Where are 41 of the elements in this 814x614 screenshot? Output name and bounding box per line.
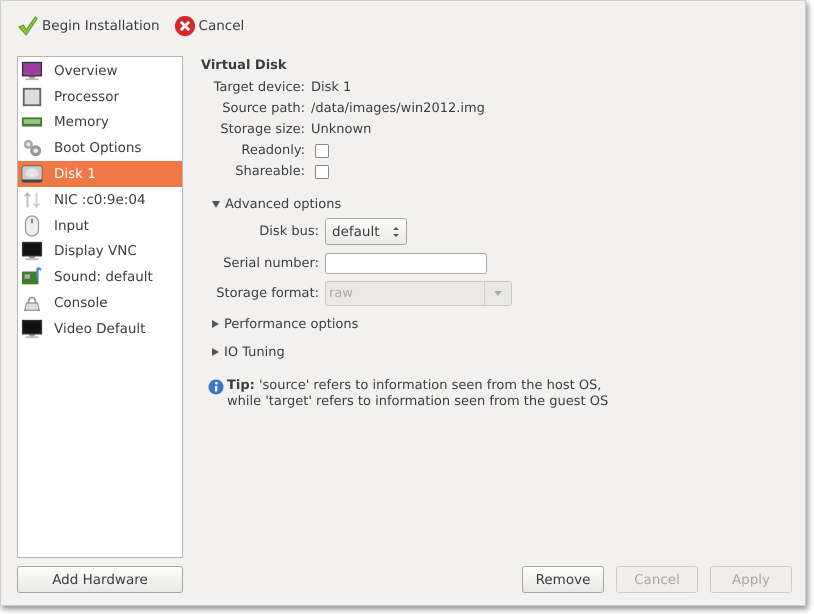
sidebar-item[interactable]: Video Default — [18, 316, 182, 342]
checkmark-icon — [17, 15, 39, 37]
field-value: /data/images/win2012.img — [311, 101, 485, 116]
expander[interactable]: Advanced options — [212, 192, 792, 216]
add-hardware-button[interactable]: Add Hardware — [17, 566, 183, 593]
info-icon — [208, 379, 224, 395]
field-label: Storage size: — [219, 122, 305, 137]
sidebar-item[interactable]: Display VNC — [18, 238, 182, 264]
sidebar-item[interactable]: Processor — [18, 84, 182, 110]
action-button[interactable]: Remove — [522, 566, 604, 593]
field-label: Source path: — [221, 101, 305, 116]
expander[interactable]: Performance options — [212, 312, 792, 336]
monitor-icon — [21, 60, 43, 82]
expander[interactable]: IO Tuning — [212, 340, 792, 364]
field-label: Target device: — [212, 80, 305, 95]
tip-text: Tip: 'source' refers to information seen from the host OS, while 'target' refers to information seen from the guest OS — [227, 378, 608, 410]
disk-bus-combo[interactable]: default — [325, 218, 407, 245]
field-value: Unknown — [311, 122, 372, 137]
monitor-icon — [21, 318, 43, 340]
field-label: Disk bus: — [258, 224, 319, 239]
checkbox[interactable] — [315, 144, 329, 158]
sidebar-item[interactable]: Input — [18, 212, 182, 239]
field-label: Readonly: — [240, 143, 305, 158]
toolbar-button[interactable]: Begin Installation — [15, 13, 162, 39]
field-value: Disk 1 — [311, 80, 352, 95]
sidebar-item[interactable]: Sound: default — [18, 264, 182, 290]
toolbar-button[interactable]: Cancel — [172, 13, 246, 39]
sidebar-item[interactable]: Overview — [18, 58, 182, 84]
checkbox[interactable] — [315, 164, 329, 178]
monitor-icon — [21, 240, 43, 262]
field-label: Storage format: — [215, 286, 319, 301]
close-icon — [174, 15, 196, 37]
field-label: Serial number: — [222, 256, 319, 270]
sidebar-item[interactable]: Memory — [18, 110, 182, 136]
spinner-arrows-icon — [392, 226, 400, 238]
sidebar-item[interactable]: NIC :c0:9e:04 — [18, 186, 182, 213]
section-title: Virtual Disk — [201, 56, 288, 74]
sidebar-item[interactable]: Console — [18, 290, 182, 316]
field-label: Shareable: — [234, 164, 305, 179]
serial-number-field[interactable] — [325, 252, 487, 274]
sidebar-item[interactable]: Boot Options — [18, 135, 182, 162]
